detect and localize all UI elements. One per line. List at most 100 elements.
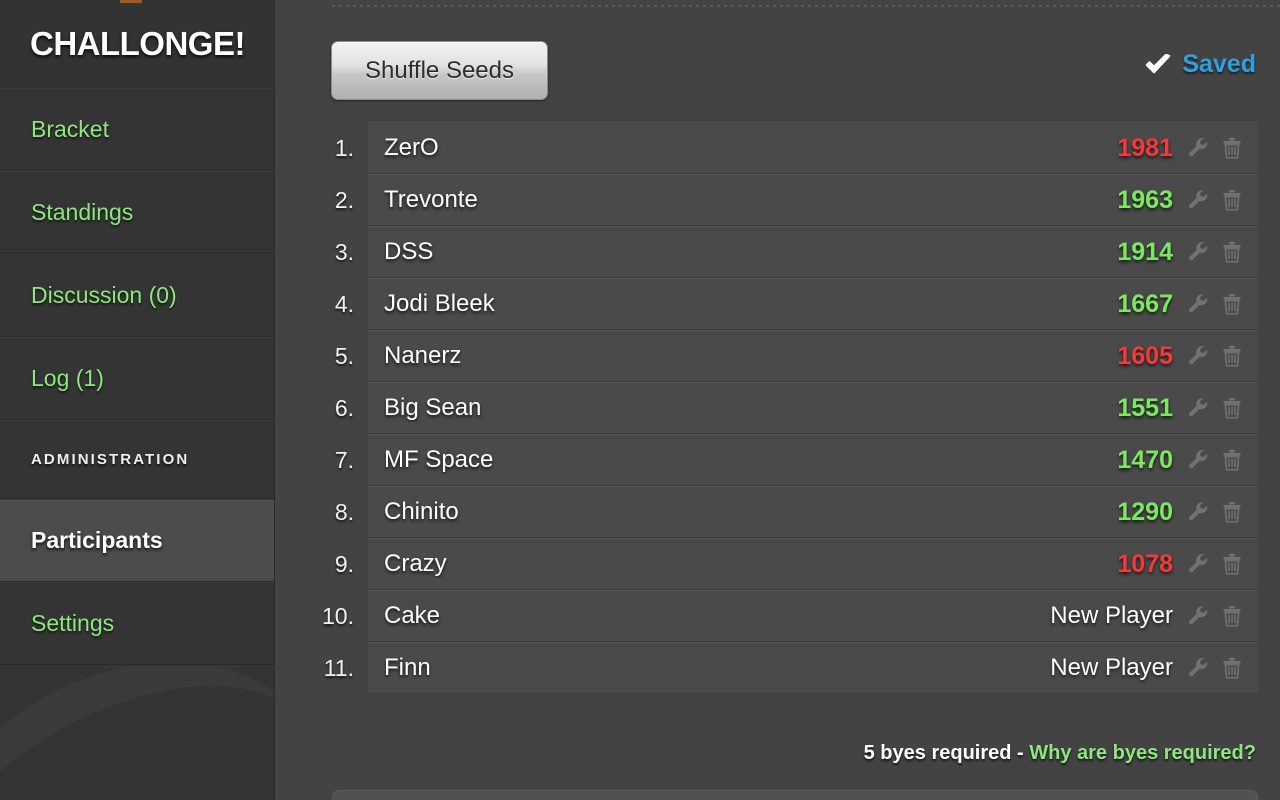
participant-name: Trevonte [384, 186, 478, 213]
sidebar-filler [0, 666, 274, 800]
byes-notice: 5 byes required - Why are byes required? [864, 742, 1256, 765]
row-seed-number: 1. [334, 134, 354, 161]
row-body[interactable]: ZerO 1981 [368, 122, 1258, 174]
saved-label: Saved [1182, 50, 1256, 78]
row-body[interactable]: Jodi Bleek 1667 [368, 278, 1258, 330]
wrench-icon[interactable] [1187, 604, 1211, 628]
sidebar-item-log[interactable]: Log (1) [0, 337, 274, 420]
sidebar-item-discussion[interactable]: Discussion (0) [0, 254, 274, 337]
sidebar-item-label: Log (1) [31, 365, 104, 391]
table-row[interactable]: 11. Finn New Player [275, 642, 1280, 694]
sidebar-item-label: Settings [31, 610, 115, 636]
participant-name: Finn [384, 654, 431, 681]
trash-icon[interactable] [1220, 604, 1244, 628]
table-row[interactable]: 7. MF Space 1470 [275, 434, 1280, 486]
table-row[interactable]: 3. DSS 1914 [275, 226, 1280, 278]
logo[interactable]: CHALLONGE! [0, 0, 274, 88]
row-actions [1187, 656, 1244, 680]
participant-score: 1078 [1117, 549, 1173, 578]
table-row[interactable]: 9. Crazy 1078 [275, 538, 1280, 590]
row-seed-number: 2. [334, 186, 354, 213]
trash-icon[interactable] [1220, 500, 1244, 524]
participant-name: Cake [384, 602, 441, 629]
participant-score: 1914 [1117, 237, 1173, 266]
row-body[interactable]: Chinito 1290 [368, 486, 1258, 538]
trash-icon[interactable] [1220, 240, 1244, 264]
participant-name: Jodi Bleek [384, 290, 495, 317]
sidebar-item-standings[interactable]: Standings [0, 171, 274, 254]
row-body[interactable]: Nanerz 1605 [368, 330, 1258, 382]
table-row[interactable]: 5. Nanerz 1605 [275, 330, 1280, 382]
row-seed-number: 10. [322, 602, 354, 629]
sidebar-item-settings[interactable]: Settings [0, 582, 274, 665]
row-seed-number: 11. [323, 654, 354, 681]
sidebar-section-administration: ADMINISTRATION [0, 420, 274, 499]
trash-icon[interactable] [1220, 552, 1244, 576]
row-actions [1187, 136, 1244, 160]
row-seed-number: 9. [334, 550, 354, 577]
wrench-icon[interactable] [1187, 188, 1211, 212]
sidebar-item-bracket[interactable]: Bracket [0, 88, 274, 171]
shuffle-seeds-button[interactable]: Shuffle Seeds [331, 41, 548, 100]
wrench-icon[interactable] [1187, 656, 1211, 680]
row-actions [1187, 188, 1244, 212]
participant-score: 1963 [1117, 185, 1173, 214]
row-body[interactable]: DSS 1914 [368, 226, 1258, 278]
participant-score: 1470 [1117, 445, 1173, 474]
row-actions [1187, 240, 1244, 264]
trash-icon[interactable] [1220, 396, 1244, 420]
participant-name: Chinito [384, 498, 459, 525]
table-row[interactable]: 2. Trevonte 1963 [275, 174, 1280, 226]
wrench-icon[interactable] [1187, 500, 1211, 524]
row-seed-number: 8. [334, 498, 354, 525]
row-body[interactable]: Big Sean 1551 [368, 382, 1258, 434]
trash-icon[interactable] [1220, 292, 1244, 316]
row-seed-number: 3. [334, 238, 354, 265]
row-actions [1187, 552, 1244, 576]
row-seed-number: 6. [334, 394, 354, 421]
trash-icon[interactable] [1220, 344, 1244, 368]
row-body[interactable]: Crazy 1078 [368, 538, 1258, 590]
wrench-icon[interactable] [1187, 292, 1211, 316]
participant-score: 1981 [1117, 133, 1173, 162]
wrench-icon[interactable] [1187, 344, 1211, 368]
trash-icon[interactable] [1220, 188, 1244, 212]
row-body[interactable]: Cake New Player [368, 590, 1258, 642]
table-row[interactable]: 4. Jodi Bleek 1667 [275, 278, 1280, 330]
table-row[interactable]: 1. ZerO 1981 [275, 122, 1280, 174]
wrench-icon[interactable] [1187, 396, 1211, 420]
trash-icon[interactable] [1220, 136, 1244, 160]
wrench-icon[interactable] [1187, 240, 1211, 264]
row-seed-number: 7. [334, 446, 354, 473]
row-body[interactable]: Trevonte 1963 [368, 174, 1258, 226]
wrench-icon[interactable] [1187, 448, 1211, 472]
wrench-icon[interactable] [1187, 136, 1211, 160]
table-row[interactable]: 10. Cake New Player [275, 590, 1280, 642]
logo-text: CHALLONGE! [30, 25, 245, 62]
sidebar-item-label: Bracket [31, 116, 109, 142]
sidebar: CHALLONGE! Bracket Standings Discussion … [0, 0, 275, 800]
row-body[interactable]: MF Space 1470 [368, 434, 1258, 486]
check-icon [1146, 53, 1171, 73]
table-row[interactable]: 6. Big Sean 1551 [275, 382, 1280, 434]
wrench-icon[interactable] [1187, 552, 1211, 576]
trash-icon[interactable] [1220, 656, 1244, 680]
byes-help-link[interactable]: Why are byes required? [1029, 742, 1256, 764]
challonge-participants-page: CHALLONGE! Bracket Standings Discussion … [0, 0, 1280, 800]
table-row[interactable]: 8. Chinito 1290 [275, 486, 1280, 538]
main-content: Shuffle Seeds Saved 1. ZerO 1981 2. Trev… [275, 0, 1280, 800]
row-actions [1187, 344, 1244, 368]
participant-score: 1551 [1117, 393, 1173, 422]
sidebar-item-label: Discussion (0) [31, 282, 177, 308]
row-actions [1187, 396, 1244, 420]
sidebar-item-participants[interactable]: Participants [0, 499, 274, 582]
top-divider [332, 5, 1280, 7]
sidebar-item-label: Standings [31, 199, 134, 225]
row-body[interactable]: Finn New Player [368, 642, 1258, 694]
participant-score: New Player [1050, 654, 1173, 681]
row-actions [1187, 292, 1244, 316]
trash-icon[interactable] [1220, 448, 1244, 472]
saved-status: Saved [1145, 50, 1256, 79]
participant-score: 1605 [1117, 341, 1173, 370]
participant-name: Big Sean [384, 394, 482, 421]
